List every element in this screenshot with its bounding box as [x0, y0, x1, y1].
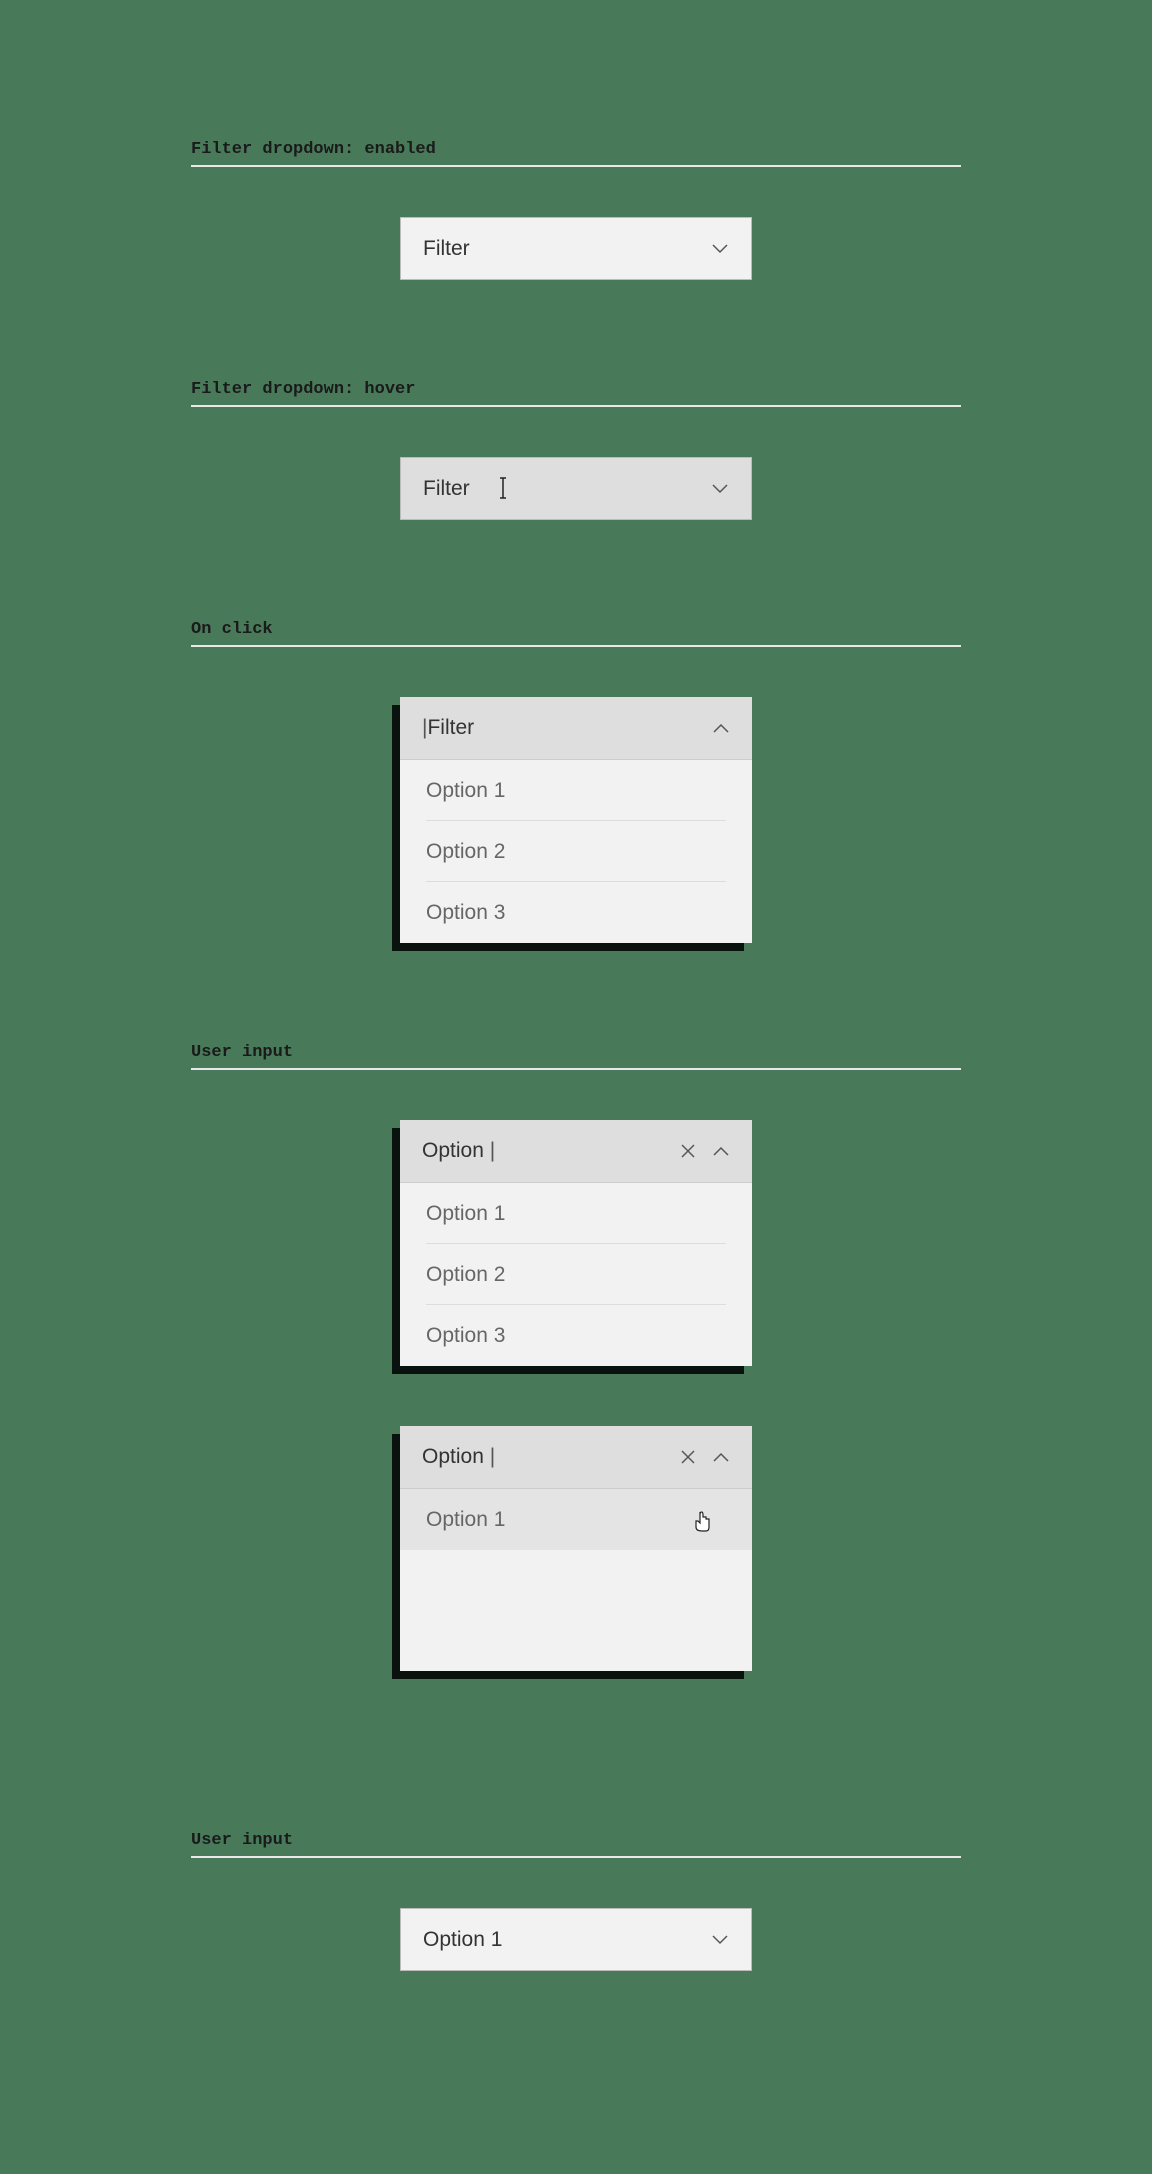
section-label: On click — [191, 620, 961, 647]
section-enabled: Filter dropdown: enabled Filter — [191, 140, 961, 280]
dropdown-text: Filter — [423, 477, 470, 501]
section-userinput-1: User input Option Option 1 Option 2 Opti… — [191, 1043, 961, 1671]
dropdown-icons — [680, 1142, 730, 1160]
dropdown-container: Option 1 — [400, 1908, 752, 1971]
section-label: Filter dropdown: enabled — [191, 140, 961, 167]
dropdown-container: Option Option 1 — [400, 1426, 752, 1671]
close-icon[interactable] — [680, 1143, 696, 1159]
section-label: Filter dropdown: hover — [191, 380, 961, 407]
section-label: User input — [191, 1043, 961, 1070]
dropdown-text: Option 1 — [423, 1928, 502, 1952]
dropdown-text: Option — [422, 1139, 495, 1163]
dropdown-menu-open: Option Option 1 Option 2 Option 3 — [400, 1120, 752, 1366]
filter-dropdown-selected[interactable]: Option 1 — [400, 1908, 752, 1971]
dropdown-option[interactable]: Option 2 — [400, 1244, 752, 1305]
dropdown-icons — [680, 1448, 730, 1466]
dropdown-option[interactable]: Option 3 — [400, 1305, 752, 1366]
dropdown-option-hover[interactable]: Option 1 — [400, 1489, 752, 1550]
dropdown-menu-open: Filter Option 1 Option 2 Option 3 — [400, 697, 752, 943]
section-userinput-2: User input Option 1 — [191, 1831, 961, 1971]
section-onclick: On click Filter Option 1 Option 2 Option… — [191, 620, 961, 943]
section-hover: Filter dropdown: hover Filter — [191, 380, 961, 520]
dropdown-text: Filter — [422, 716, 474, 740]
dropdown-container: Option Option 1 Option 2 Option 3 — [400, 1120, 752, 1366]
dropdown-option[interactable]: Option 3 — [400, 882, 752, 943]
section-label: User input — [191, 1831, 961, 1858]
text-cursor-icon — [496, 476, 510, 500]
pointer-cursor-icon — [692, 1509, 712, 1533]
dropdown-container: Filter — [400, 457, 752, 520]
chevron-down-icon — [711, 240, 729, 258]
dropdown-option[interactable]: Option 2 — [400, 821, 752, 882]
chevron-up-icon — [712, 719, 730, 737]
dropdown-text: Option — [422, 1445, 495, 1469]
dropdown-text: Filter — [423, 237, 470, 261]
option-label: Option 1 — [426, 1508, 505, 1532]
dropdown-option[interactable]: Option 1 — [400, 760, 752, 821]
filter-dropdown-hover[interactable]: Filter — [400, 457, 752, 520]
chevron-down-icon — [711, 480, 729, 498]
filter-dropdown-input[interactable]: Option — [400, 1120, 752, 1183]
filter-dropdown-open[interactable]: Filter — [400, 697, 752, 760]
dropdown-container: Filter — [400, 217, 752, 280]
dropdown-container: Filter Option 1 Option 2 Option 3 — [400, 697, 752, 943]
dropdown-menu-open: Option Option 1 — [400, 1426, 752, 1671]
chevron-up-icon — [712, 1448, 730, 1466]
chevron-down-icon — [711, 1931, 729, 1949]
filter-dropdown-enabled[interactable]: Filter — [400, 217, 752, 280]
filter-dropdown-input[interactable]: Option — [400, 1426, 752, 1489]
dropdown-option[interactable]: Option 1 — [400, 1183, 752, 1244]
chevron-up-icon — [712, 1142, 730, 1160]
close-icon[interactable] — [680, 1449, 696, 1465]
